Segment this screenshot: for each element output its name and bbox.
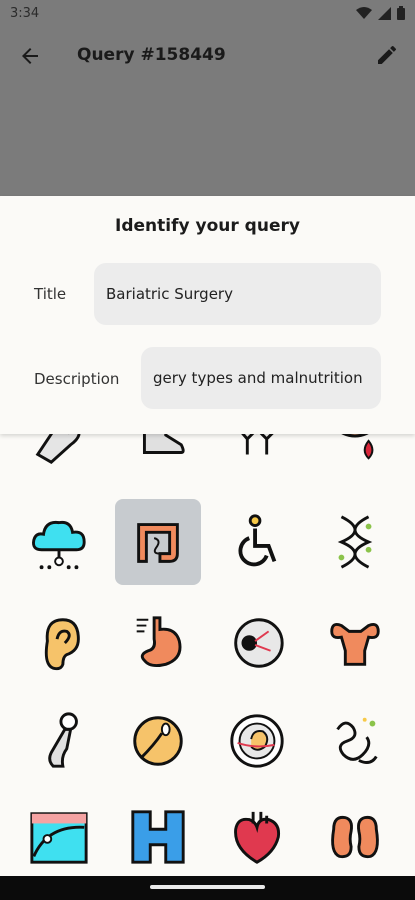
- dna-icon: [337, 515, 373, 569]
- chart-icon: [30, 812, 88, 864]
- status-icons: [356, 6, 405, 20]
- icon-cell[interactable]: [214, 600, 300, 686]
- hospital-icon: [131, 810, 185, 864]
- icon-cell-selected[interactable]: [115, 499, 201, 585]
- icon-grid: [0, 404, 415, 874]
- icon-cell[interactable]: [16, 499, 102, 585]
- uterus-icon: [330, 623, 380, 666]
- icon-cell[interactable]: [214, 499, 300, 585]
- icon-cell[interactable]: [312, 698, 398, 784]
- eye-icon: [234, 618, 284, 668]
- battery-icon: [397, 6, 405, 20]
- icon-cell[interactable]: [312, 499, 398, 585]
- icon-cell[interactable]: [16, 794, 102, 874]
- stomach-icon: [136, 616, 182, 668]
- query-identify-sheet: Identify your query Title Bariatric Surg…: [0, 196, 415, 434]
- embryo-icon: [230, 714, 284, 768]
- description-label: Description: [34, 370, 120, 388]
- heart-icon: [234, 811, 281, 864]
- icon-cell[interactable]: [115, 794, 201, 874]
- system-nav-bar: [0, 876, 415, 900]
- femur-icon: [48, 712, 78, 768]
- icon-cell[interactable]: [115, 698, 201, 784]
- icon-cell[interactable]: [312, 794, 398, 874]
- icon-cell[interactable]: [115, 600, 201, 686]
- signal-icon: [378, 6, 391, 20]
- status-bar: 3:34: [0, 0, 415, 28]
- kidneys-icon: [331, 815, 379, 859]
- page-title: Query #158449: [77, 45, 226, 65]
- icon-cell[interactable]: [214, 698, 300, 784]
- title-label: Title: [34, 285, 67, 303]
- gut-bacteria-icon: [336, 717, 378, 765]
- icon-cell[interactable]: [214, 794, 300, 874]
- ear-icon: [44, 618, 80, 671]
- wifi-icon: [356, 6, 372, 19]
- icon-cell[interactable]: [312, 600, 398, 686]
- sheet-title: Identify your query: [115, 216, 300, 236]
- title-field[interactable]: Bariatric Surgery: [94, 263, 381, 325]
- home-gesture-pill[interactable]: [150, 885, 265, 889]
- intestine-icon: [137, 523, 179, 563]
- sperm-egg-icon: [133, 716, 183, 766]
- icon-cell[interactable]: [16, 600, 102, 686]
- edit-pencil-icon[interactable]: [375, 43, 399, 67]
- wheelchair-icon: [238, 514, 277, 567]
- cloud-network-icon: [32, 520, 86, 570]
- back-arrow-icon[interactable]: [18, 44, 42, 68]
- icon-cell[interactable]: [16, 698, 102, 784]
- description-field[interactable]: gery types and malnutrition: [141, 347, 381, 409]
- status-time: 3:34: [10, 6, 40, 21]
- app-bar: Query #158449: [0, 28, 415, 196]
